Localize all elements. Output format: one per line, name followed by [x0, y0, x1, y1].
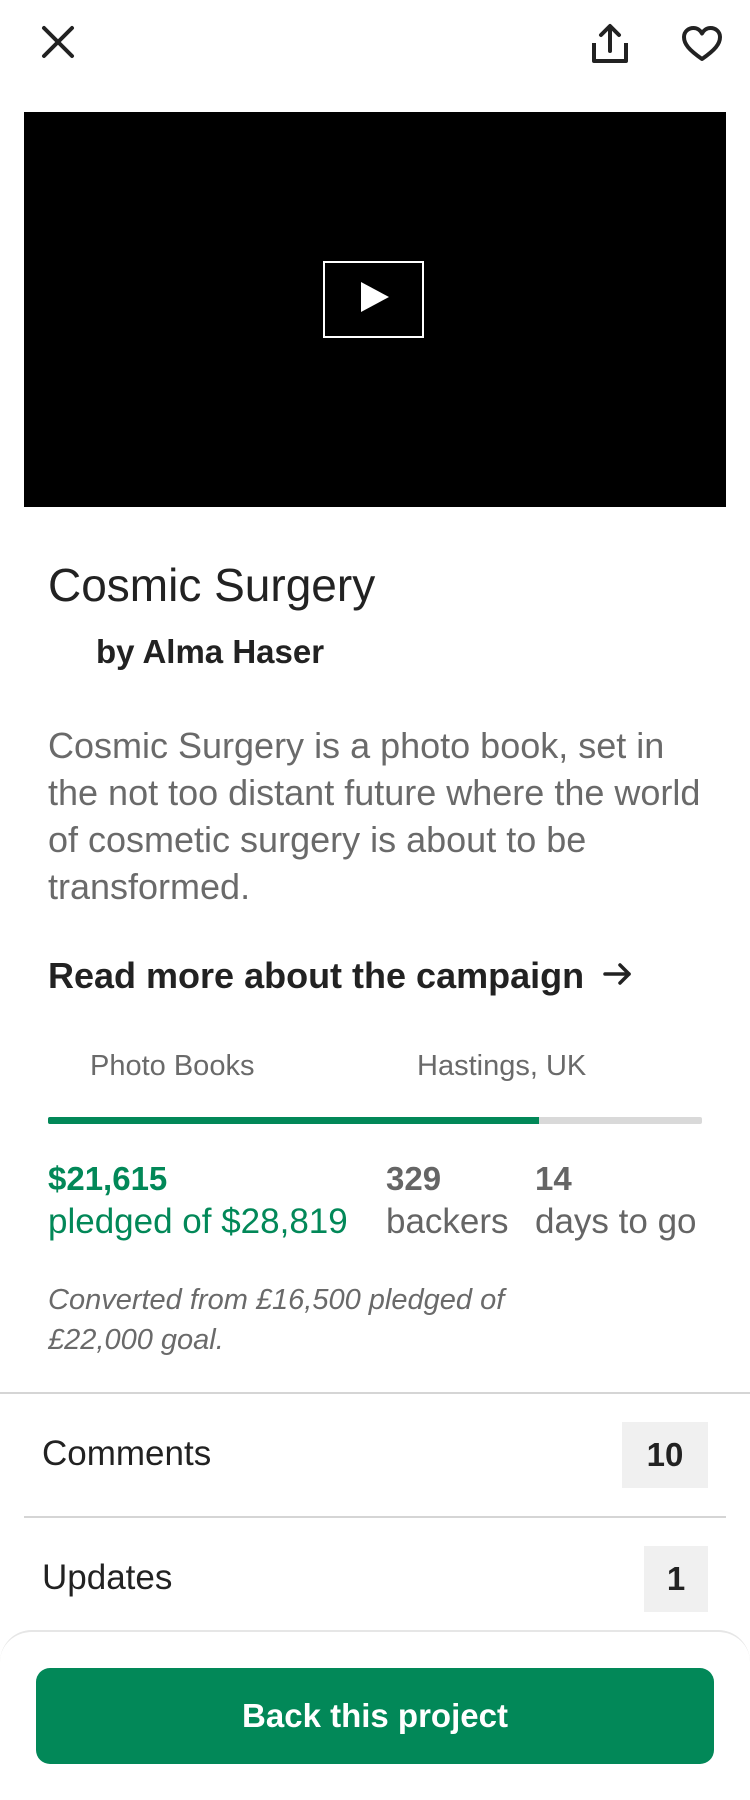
- category-tag[interactable]: Photo Books: [90, 1050, 254, 1083]
- pledged-goal-label: pledged of $28,819: [48, 1202, 348, 1241]
- creator-name[interactable]: by Alma Haser: [96, 633, 324, 671]
- read-more-label: Read more about the campaign: [48, 955, 585, 996]
- read-more-link[interactable]: Read more about the campaign: [48, 955, 634, 997]
- close-icon: [40, 24, 76, 65]
- bottom-action-bar: Back this project: [0, 1630, 750, 1800]
- backers-label: backers: [386, 1202, 509, 1241]
- comments-row[interactable]: Comments 10: [0, 1394, 750, 1516]
- comments-label: Comments: [42, 1434, 212, 1473]
- close-button[interactable]: [32, 18, 84, 70]
- heart-icon: [681, 25, 723, 68]
- back-project-button[interactable]: Back this project: [36, 1668, 714, 1764]
- pledged-amount: $21,615: [48, 1160, 168, 1197]
- updates-count-badge: 1: [644, 1546, 708, 1612]
- comments-count-badge: 10: [622, 1422, 708, 1488]
- currency-conversion-note: Converted from £16,500 pledged of £22,00…: [48, 1284, 505, 1356]
- days-count: 14: [535, 1160, 572, 1197]
- play-icon: [357, 280, 391, 319]
- share-icon: [590, 23, 630, 70]
- updates-label: Updates: [42, 1558, 173, 1597]
- arrow-right-icon: [602, 955, 634, 997]
- video-player[interactable]: [24, 112, 726, 507]
- backers-count: 329: [386, 1160, 442, 1197]
- share-button[interactable]: [582, 18, 638, 74]
- funding-progress-bar: [48, 1117, 702, 1124]
- updates-row[interactable]: Updates 1: [0, 1518, 750, 1638]
- play-button[interactable]: [323, 261, 424, 338]
- days-to-go-label: days to go: [535, 1202, 697, 1241]
- favorite-button[interactable]: [674, 18, 730, 74]
- project-title: Cosmic Surgery: [48, 559, 376, 611]
- funding-progress-fill: [48, 1117, 539, 1124]
- location-tag[interactable]: Hastings, UK: [417, 1050, 586, 1083]
- project-blurb: Cosmic Surgery is a photo book, set in t…: [48, 725, 701, 907]
